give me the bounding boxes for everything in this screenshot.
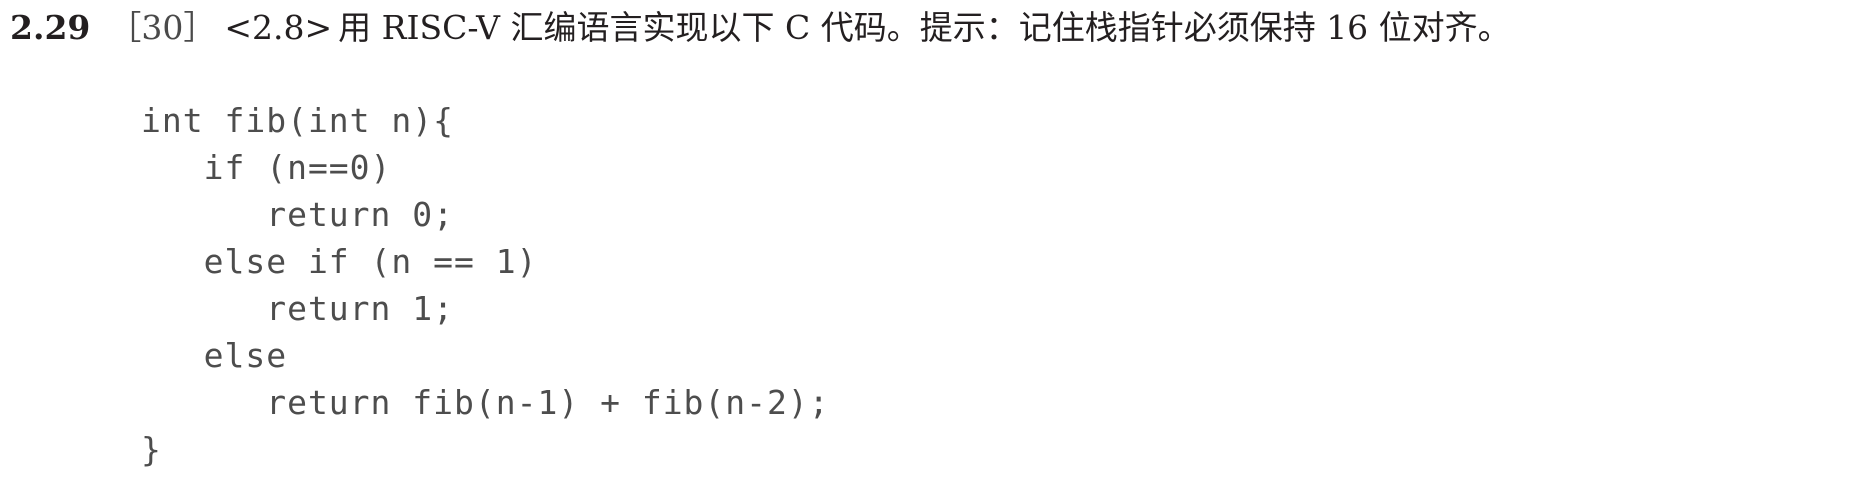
exercise-header: 2.29 ［30］ <2.8> 用 RISC-V 汇编语言实现以下 C 代码。提示：记…	[10, 4, 1511, 52]
code-line: }	[141, 430, 162, 469]
code-listing: int fib(int n){ if (n==0) return 0; else…	[141, 97, 830, 473]
code-line: return 0;	[141, 195, 455, 234]
code-line: return fib(n-1) + fib(n-2);	[141, 383, 830, 422]
code-line: else	[141, 336, 288, 375]
exercise-number: 2.29	[10, 8, 91, 47]
code-line: else if (n == 1)	[141, 242, 538, 281]
code-line: return 1;	[141, 289, 455, 328]
exercise-prompt: 用 RISC-V 汇编语言实现以下 C 代码。提示：记住栈指针必须保持 16 位…	[338, 8, 1511, 47]
code-line: int fib(int n){	[141, 101, 455, 140]
section-reference: <2.8>	[224, 8, 333, 47]
difficulty-rating: ［30］	[108, 8, 217, 47]
code-line: if (n==0)	[141, 148, 392, 187]
